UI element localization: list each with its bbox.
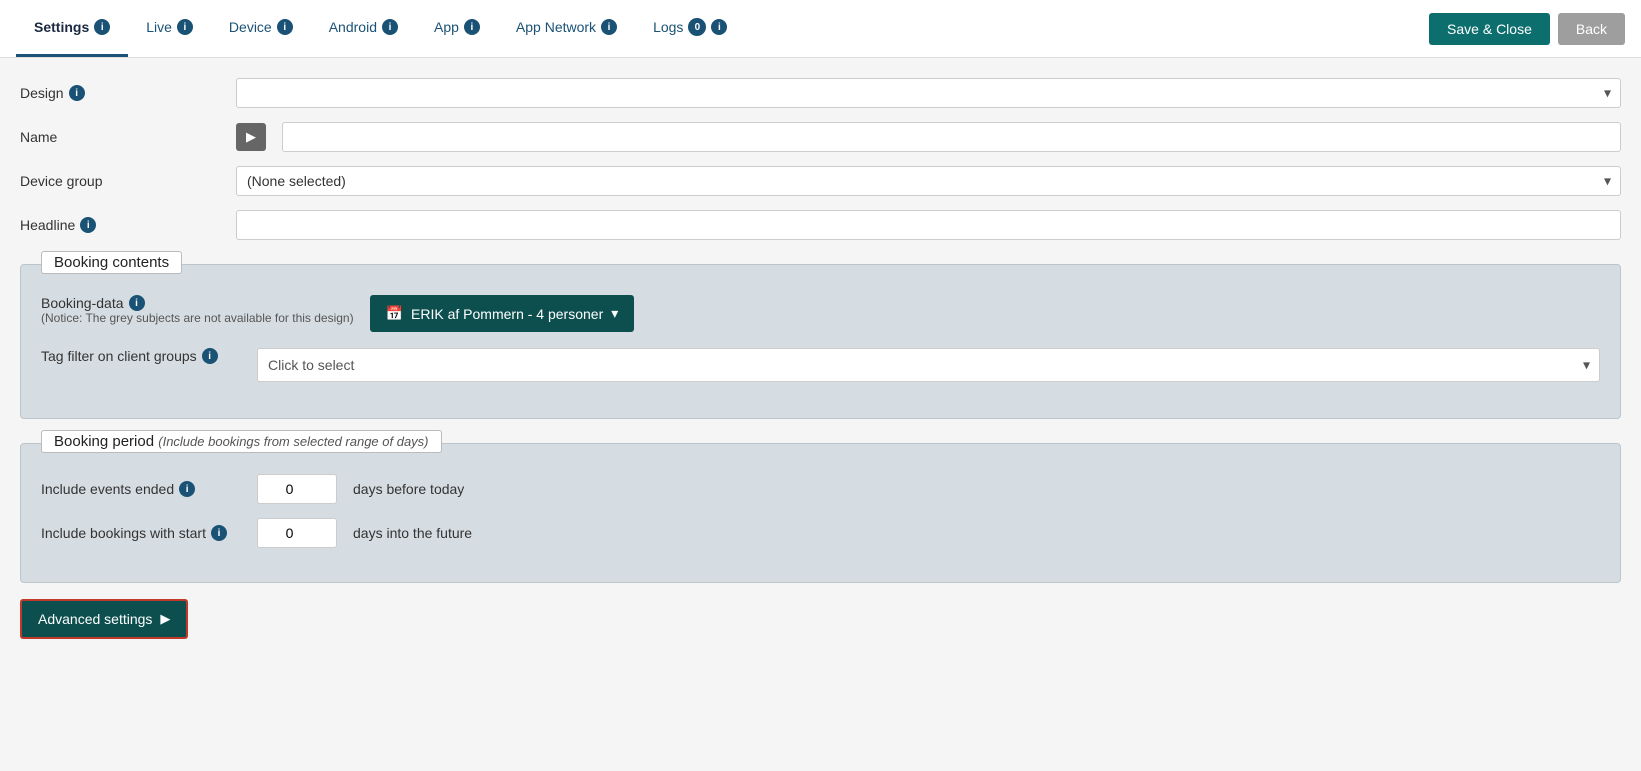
nav-tabs: Settings i Live i Device i Android i App… [16,0,745,57]
booking-data-value: ERIK af Pommern - 4 personer [411,306,603,322]
booking-data-row: Booking-data i (Notice: The grey subject… [41,295,1600,332]
tab-logs-label: Logs [653,19,683,35]
include-ended-info-icon[interactable]: i [179,481,195,497]
booking-contents-section: Booking contents Booking-data i (Notice:… [20,264,1621,419]
include-start-label: Include bookings with start i [41,525,241,541]
include-ended-suffix: days before today [353,481,464,497]
tab-device-label: Device [229,19,272,35]
include-start-row: Include bookings with start i days into … [41,518,1600,548]
design-select-wrap [236,78,1621,108]
tab-android-info[interactable]: i [382,19,398,35]
name-icon-button[interactable]: ▶ [236,123,266,151]
tab-settings-label: Settings [34,19,89,35]
top-nav: Settings i Live i Device i Android i App… [0,0,1641,58]
tab-logs[interactable]: Logs 0 i [635,0,745,57]
device-group-select[interactable]: (None selected) [236,166,1621,196]
design-row: Design i [20,78,1621,108]
headline-input[interactable] [236,210,1621,240]
tag-filter-select[interactable]: Click to select [257,348,1600,382]
include-ended-input[interactable] [257,474,337,504]
booking-data-label-wrap: Booking-data i (Notice: The grey subject… [41,295,354,325]
headline-label: Headline i [20,217,220,233]
booking-data-button[interactable]: 📅 ERIK af Pommern - 4 personer ▾ [370,295,635,332]
headline-row: Headline i [20,210,1621,240]
save-close-button[interactable]: Save & Close [1429,13,1550,45]
device-group-select-wrap: (None selected) [236,166,1621,196]
calendar-icon: 📅 [386,305,403,322]
logs-badge: 0 [688,18,706,36]
main-content: Design i Name ▶ Device group (None selec… [0,58,1641,771]
include-start-input[interactable] [257,518,337,548]
tag-filter-select-wrap: Click to select [257,348,1600,382]
booking-data-info-icon[interactable]: i [129,295,145,311]
tag-filter-row: Tag filter on client groups i Click to s… [41,348,1600,382]
booking-period-inner: Include events ended i days before today… [41,474,1600,548]
tab-live-info[interactable]: i [177,19,193,35]
booking-data-notice: (Notice: The grey subjects are not avail… [41,311,354,325]
include-ended-label: Include events ended i [41,481,241,497]
advanced-settings-arrow: ▶ [160,611,170,627]
tab-app-network-info[interactable]: i [601,19,617,35]
tag-filter-label-wrap: Tag filter on client groups i [41,348,241,364]
name-row: Name ▶ [20,122,1621,152]
tab-logs-info[interactable]: i [711,19,727,35]
booking-contents-inner: Booking-data i (Notice: The grey subject… [41,295,1600,382]
tab-live[interactable]: Live i [128,0,211,57]
include-start-info-icon[interactable]: i [211,525,227,541]
tab-app-network[interactable]: App Network i [498,0,635,57]
headline-input-wrap [236,210,1621,240]
booking-data-control: 📅 ERIK af Pommern - 4 personer ▾ [370,295,1600,332]
nav-actions: Save & Close Back [1429,13,1625,45]
tab-live-label: Live [146,19,172,35]
tab-settings[interactable]: Settings i [16,0,128,57]
tab-android[interactable]: Android i [311,0,416,57]
device-group-label: Device group [20,173,220,189]
booking-data-caret: ▾ [611,305,618,322]
design-label: Design i [20,85,220,101]
tab-settings-info[interactable]: i [94,19,110,35]
name-input[interactable] [282,122,1621,152]
advanced-settings-label: Advanced settings [38,611,152,627]
advanced-settings-button[interactable]: Advanced settings ▶ [20,599,188,639]
tab-android-label: Android [329,19,377,35]
back-button[interactable]: Back [1558,13,1625,45]
tag-filter-info-icon[interactable]: i [202,348,218,364]
include-ended-row: Include events ended i days before today [41,474,1600,504]
design-info-icon[interactable]: i [69,85,85,101]
booking-period-title: Booking period (Include bookings from se… [41,430,442,453]
tab-app-label: App [434,19,459,35]
booking-period-section: Booking period (Include bookings from se… [20,443,1621,583]
include-start-suffix: days into the future [353,525,472,541]
name-label: Name [20,129,220,145]
tab-device[interactable]: Device i [211,0,311,57]
device-group-row: Device group (None selected) [20,166,1621,196]
tab-device-info[interactable]: i [277,19,293,35]
headline-info-icon[interactable]: i [80,217,96,233]
tab-app[interactable]: App i [416,0,498,57]
booking-contents-title: Booking contents [41,251,182,274]
design-select[interactable] [236,78,1621,108]
tab-app-info[interactable]: i [464,19,480,35]
tab-app-network-label: App Network [516,19,596,35]
